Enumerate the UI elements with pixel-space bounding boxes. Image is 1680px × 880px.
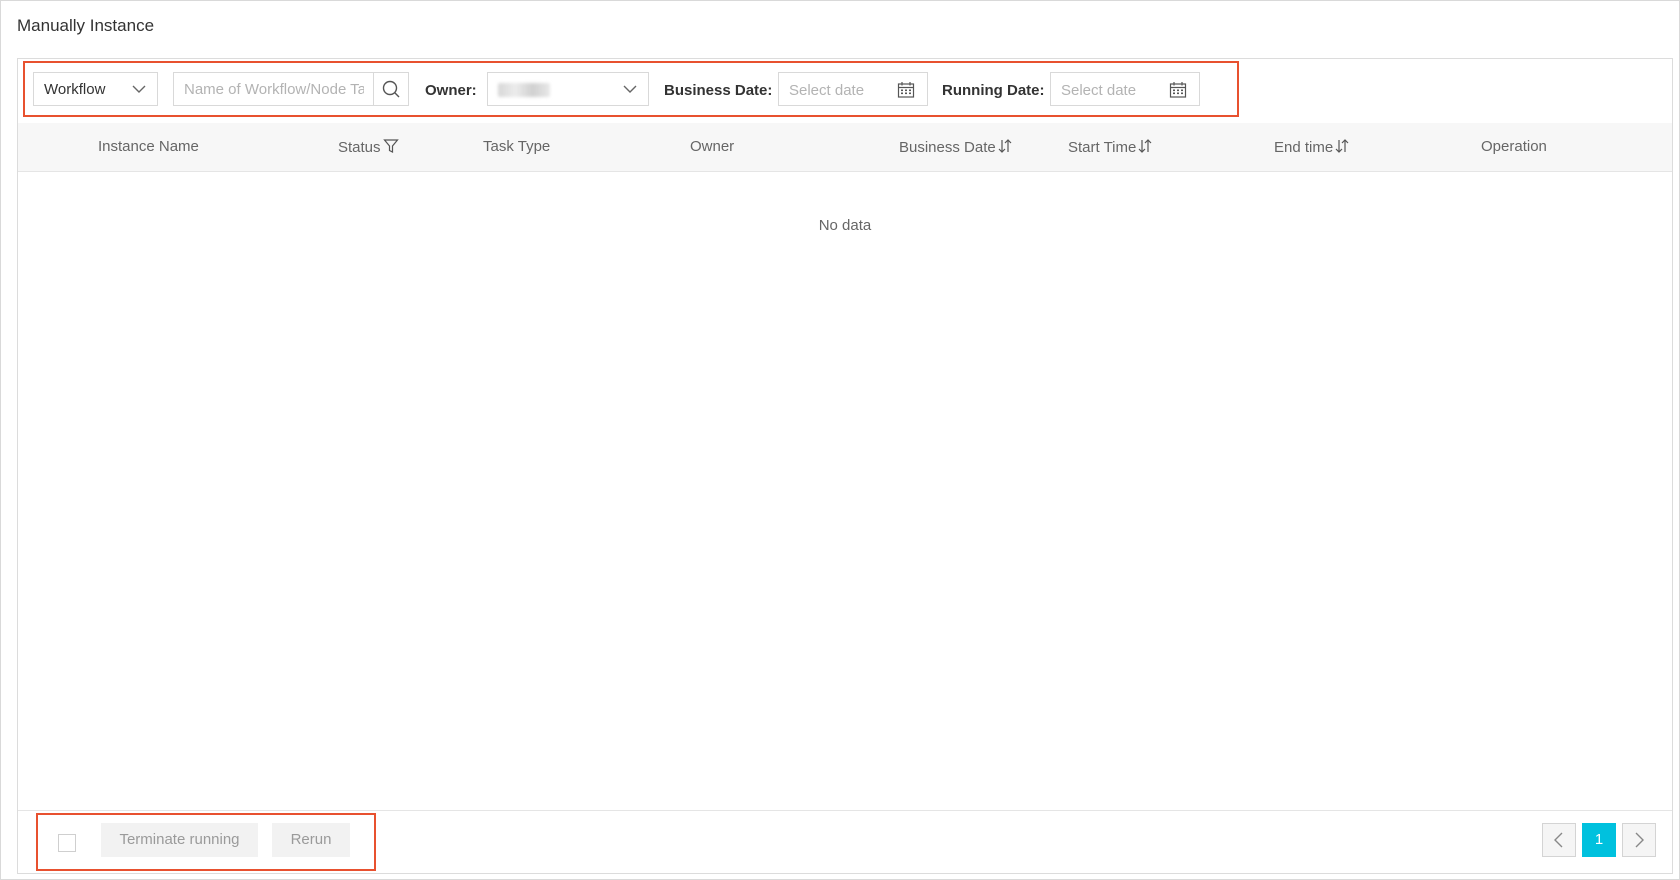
owner-value-redacted bbox=[498, 83, 550, 97]
empty-state-text: No data bbox=[818, 217, 872, 234]
column-end-time[interactable]: End time bbox=[1274, 138, 1349, 156]
column-start-time[interactable]: Start Time bbox=[1068, 138, 1152, 156]
instance-panel: Workflow Owner: Business Date: Select da… bbox=[17, 58, 1673, 874]
running-date-label: Running Date: bbox=[942, 82, 1045, 99]
filter-icon[interactable] bbox=[382, 138, 399, 154]
sort-icon bbox=[1335, 139, 1349, 153]
business-date-label: Business Date: bbox=[664, 82, 773, 99]
search-button[interactable] bbox=[373, 73, 408, 105]
column-status: Status bbox=[338, 138, 399, 156]
chevron-down-icon bbox=[623, 85, 637, 93]
column-business-date-label: Business Date bbox=[899, 139, 996, 156]
business-date-picker[interactable]: Select date bbox=[778, 72, 928, 106]
running-date-placeholder: Select date bbox=[1061, 82, 1137, 99]
type-select[interactable]: Workflow bbox=[33, 72, 158, 106]
terminate-running-button[interactable]: Terminate running bbox=[101, 823, 258, 857]
page-title: Manually Instance bbox=[17, 16, 155, 35]
running-date-picker[interactable]: Select date bbox=[1050, 72, 1200, 106]
column-task-type: Task Type bbox=[483, 138, 551, 155]
page-number-current[interactable]: 1 bbox=[1582, 823, 1616, 857]
owner-select[interactable] bbox=[487, 72, 649, 106]
chevron-left-icon bbox=[1554, 832, 1563, 848]
column-status-label: Status bbox=[338, 139, 381, 156]
sort-icon bbox=[998, 139, 1012, 153]
business-date-placeholder: Select date bbox=[789, 82, 865, 99]
table-header: Instance Name Status Task Type Owner Bus… bbox=[18, 123, 1672, 172]
column-business-date[interactable]: Business Date bbox=[899, 138, 1012, 156]
calendar-icon bbox=[897, 82, 915, 98]
type-select-value: Workflow bbox=[44, 81, 106, 98]
column-operation: Operation bbox=[1481, 138, 1547, 155]
search-icon bbox=[382, 80, 400, 98]
owner-label: Owner: bbox=[425, 82, 477, 99]
chevron-right-icon bbox=[1635, 832, 1644, 848]
calendar-icon bbox=[1169, 82, 1187, 98]
filter-toolbar: Workflow Owner: Business Date: Select da… bbox=[18, 59, 1672, 124]
column-owner: Owner bbox=[690, 138, 735, 155]
prev-page-button[interactable] bbox=[1542, 823, 1576, 857]
sort-icon bbox=[1138, 139, 1152, 153]
chevron-down-icon bbox=[132, 85, 146, 93]
search-box bbox=[173, 72, 409, 106]
next-page-button[interactable] bbox=[1622, 823, 1656, 857]
column-end-time-label: End time bbox=[1274, 139, 1334, 156]
search-input[interactable] bbox=[174, 73, 374, 105]
select-all-checkbox[interactable] bbox=[58, 834, 76, 852]
rerun-button[interactable]: Rerun bbox=[272, 823, 350, 857]
column-start-time-label: Start Time bbox=[1068, 139, 1137, 156]
table-footer: Terminate running Rerun 1 bbox=[18, 810, 1672, 873]
column-instance-name: Instance Name bbox=[98, 138, 199, 155]
